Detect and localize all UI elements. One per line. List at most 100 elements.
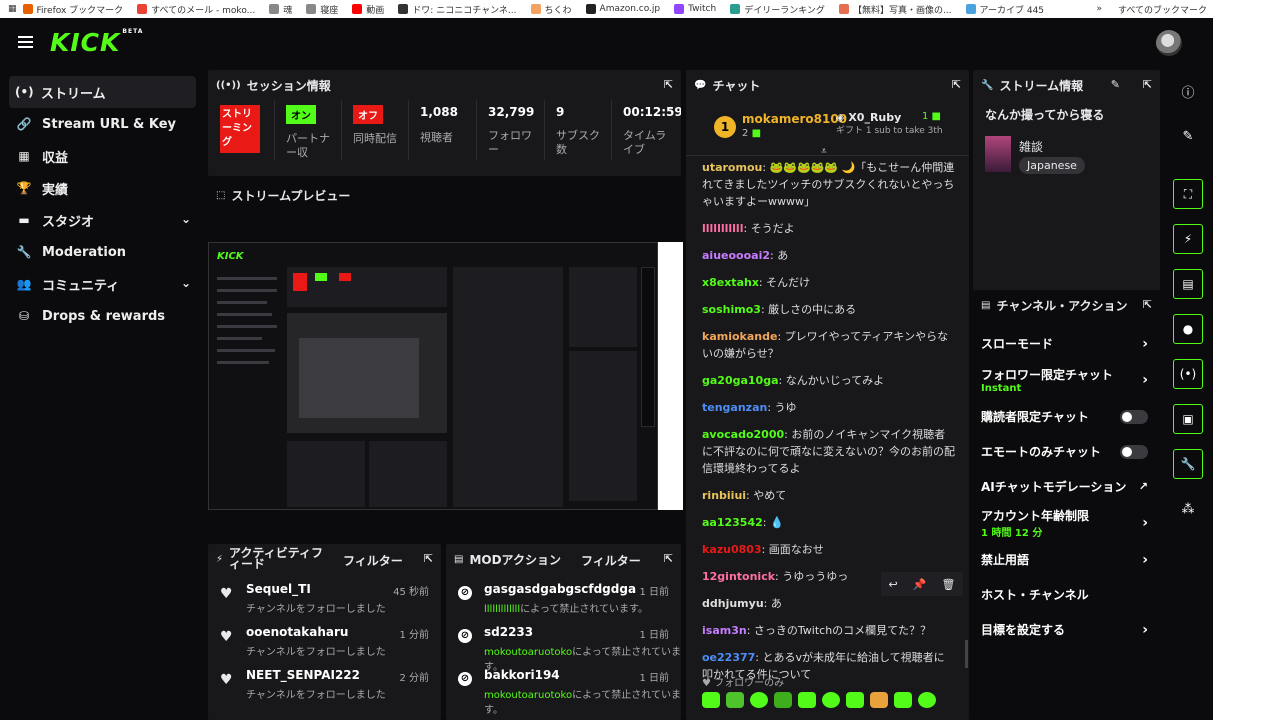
sidebar-item-3[interactable]: 🏆 実績 [0, 172, 205, 204]
mod-filter[interactable]: フィルター [581, 552, 641, 569]
mod-action-item[interactable]: ⊘ gasgasdgabgscfdgdga lllllllllllllによって禁止さ… [446, 578, 681, 621]
moderator-name[interactable]: mokoutoaruotoko [484, 690, 572, 701]
channel-action-row[interactable]: アカウント年齢制限 1 時間 12 分 › [973, 504, 1160, 542]
bolt-icon[interactable]: ⚡ [1173, 224, 1203, 254]
capture-icon[interactable]: ⛶ [1173, 179, 1203, 209]
document-icon[interactable]: ▤ [1173, 269, 1203, 299]
chevron-right-icon[interactable]: › [1142, 515, 1148, 531]
broadcast-rail-icon[interactable]: (•) [1173, 359, 1203, 389]
bookmark-item[interactable]: Firefox ブックマーク [22, 3, 123, 16]
bookmarks-overflow[interactable]: » [1096, 4, 1102, 14]
chat-username[interactable]: ddhjumyu [702, 597, 764, 610]
chat-username[interactable]: ga20ga10ga [702, 374, 779, 387]
info-icon[interactable]: ⓘ [1173, 76, 1203, 106]
chat-message[interactable]: isam3n: さっきのTwitchのコメ欄見てた？？ [686, 619, 969, 642]
chat-username[interactable]: lllllllllll [702, 222, 743, 235]
emote-icon[interactable] [894, 692, 912, 708]
chat-username[interactable]: 12gintonick [702, 570, 775, 583]
chat-message[interactable]: lllllllllll: そうだよ [686, 217, 969, 240]
chat-message[interactable]: ga20ga10ga: なんかいじってみよ [686, 369, 969, 392]
chevron-down-icon[interactable]: ⌄ [181, 276, 191, 290]
activity-item[interactable]: ♥ ooenotakaharu チャンネルをフォローしました 1 分前 [208, 621, 441, 664]
chat-icon[interactable]: ● [1173, 314, 1203, 344]
stream-info-popout-icon[interactable]: ⇱ [1143, 78, 1152, 91]
wrench-rail-icon[interactable]: 🔧 [1173, 449, 1203, 479]
emote-icon[interactable] [702, 692, 720, 708]
all-bookmarks-link[interactable]: すべてのブックマーク [1118, 3, 1207, 16]
sidebar-item-1[interactable]: 🔗 Stream URL & Key [0, 108, 205, 140]
pin-icon[interactable]: 📌 [913, 578, 927, 591]
channel-action-row[interactable]: スローモード › [973, 326, 1160, 361]
chat-scrollbar[interactable] [965, 640, 968, 668]
chat-username[interactable]: kamiokande [702, 330, 777, 343]
top-gifter-name[interactable]: mokamero8100 [742, 112, 847, 126]
channel-action-row[interactable]: ホスト・チャンネル [973, 577, 1160, 612]
chevron-right-icon[interactable]: › [1142, 336, 1148, 352]
apps-grid-icon[interactable]: ▦ [8, 4, 17, 14]
gifter-name[interactable]: X0_Ruby [848, 111, 901, 124]
chat-username[interactable]: utaromou [702, 161, 762, 174]
channel-action-row[interactable]: エモートのみチャット [973, 434, 1160, 469]
chevron-down-icon[interactable]: ⌄ [181, 212, 191, 226]
external-link-icon[interactable]: ↗ [1139, 480, 1148, 493]
bookmark-item[interactable]: デイリーランキング [730, 3, 825, 16]
chat-message[interactable]: aa123542: 💧 [686, 511, 969, 534]
chat-username[interactable]: isam3n [702, 624, 747, 637]
channel-action-row[interactable]: フォロワー限定チャット Instant › [973, 361, 1160, 399]
bookmark-item[interactable]: すべてのメール - moko... [137, 3, 255, 16]
chat-username[interactable]: aiueoooai2 [702, 249, 770, 262]
bookmark-item[interactable]: 【無料】写真・画像の... [838, 3, 952, 16]
delete-icon[interactable]: 🗑 [942, 578, 956, 591]
channel-action-row[interactable]: AIチャットモデレーション ↗ [973, 469, 1160, 504]
popout-icon[interactable]: ⇱ [664, 78, 673, 91]
sidebar-item-2[interactable]: ▦ 収益 [0, 140, 205, 172]
bookmark-item[interactable]: 魂 [269, 3, 292, 16]
chat-message[interactable]: soshimo3: 厳しさの中にある [686, 298, 969, 321]
sidebar-item-4[interactable]: ▬ スタジオ ⌄ [0, 204, 205, 236]
edit-icon[interactable]: ✎ [1111, 78, 1120, 91]
chat-message[interactable]: rinbiiui: やめて [686, 484, 969, 507]
chevron-right-icon[interactable]: › [1142, 622, 1148, 638]
chat-message[interactable]: utaromou: 🐸🐸🐸🐸🐸 🌙「もこせーん仲間連れてきましたツイッチのサブス… [686, 156, 969, 213]
emote-icon[interactable] [822, 692, 840, 708]
activity-item[interactable]: ♥ NEET_SENPAI222 チャンネルをフォローしました 2 分前 [208, 664, 441, 707]
channel-actions-popout-icon[interactable]: ⇱ [1143, 298, 1152, 311]
chat-username[interactable]: oe22377 [702, 651, 755, 664]
chat-popout-icon[interactable]: ⇱ [952, 78, 961, 91]
chat-message[interactable]: x8extahx: そんだけ [686, 271, 969, 294]
channel-action-row[interactable]: 購読者限定チャット [973, 399, 1160, 434]
chat-username[interactable]: x8extahx [702, 276, 759, 289]
bookmark-item[interactable]: Twitch [674, 3, 716, 16]
user-avatar[interactable] [1156, 30, 1182, 56]
activity-filter[interactable]: フィルター [343, 552, 403, 569]
mod-action-item[interactable]: ⊘ sd2233 mokoutoaruotokoによって禁止されています。 1 日前 [446, 621, 681, 673]
emote-icon[interactable] [726, 692, 744, 708]
channel-action-row[interactable]: 目標を設定する › [973, 612, 1160, 647]
chat-message[interactable]: kamiokande: プレワイやってティアキンやらないの嫌がらせ？ [686, 325, 969, 365]
sidebar-item-5[interactable]: 🔧 Moderation [0, 236, 205, 268]
mod-action-item[interactable]: ⊘ bakkori194 mokoutoaruotokoによって禁止されています。 1… [446, 664, 681, 716]
activity-popout-icon[interactable]: ⇱ [424, 552, 433, 565]
chat-username[interactable]: rinbiiui [702, 489, 746, 502]
layout-icon[interactable]: ▣ [1173, 404, 1203, 434]
sidebar-item-7[interactable]: ⛁ Drops & rewards [0, 300, 205, 332]
chat-username[interactable]: kazu0803 [702, 543, 762, 556]
bookmark-item[interactable]: ドワ: ニコニコチャンネ... [398, 3, 517, 16]
chat-message[interactable]: tenganzan: うゆ [686, 396, 969, 419]
toggle-switch[interactable] [1120, 444, 1148, 459]
toggle-switch[interactable] [1120, 409, 1148, 424]
chat-message[interactable]: avocado2000: お前のノイキャンマイク視聴者に不評なのに何で頑なに変え… [686, 423, 969, 480]
chat-message[interactable]: aiueoooai2: あ [686, 244, 969, 267]
bookmark-item[interactable]: 動画 [352, 3, 384, 16]
emote-icon[interactable] [846, 692, 864, 708]
emote-icon[interactable] [870, 692, 888, 708]
chevron-right-icon[interactable]: › [1142, 552, 1148, 568]
chat-username[interactable]: tenganzan [702, 401, 767, 414]
sidebar-item-6[interactable]: 👥 コミュニティ ⌄ [0, 268, 205, 300]
sidebar-item-0[interactable]: (•) ストリーム [9, 76, 196, 108]
pencil-icon[interactable]: ✎ [1173, 121, 1203, 151]
emote-icon[interactable] [798, 692, 816, 708]
emote-icon[interactable] [750, 692, 768, 708]
chevron-right-icon[interactable]: › [1142, 372, 1148, 388]
reply-icon[interactable]: ↩ [889, 578, 898, 591]
